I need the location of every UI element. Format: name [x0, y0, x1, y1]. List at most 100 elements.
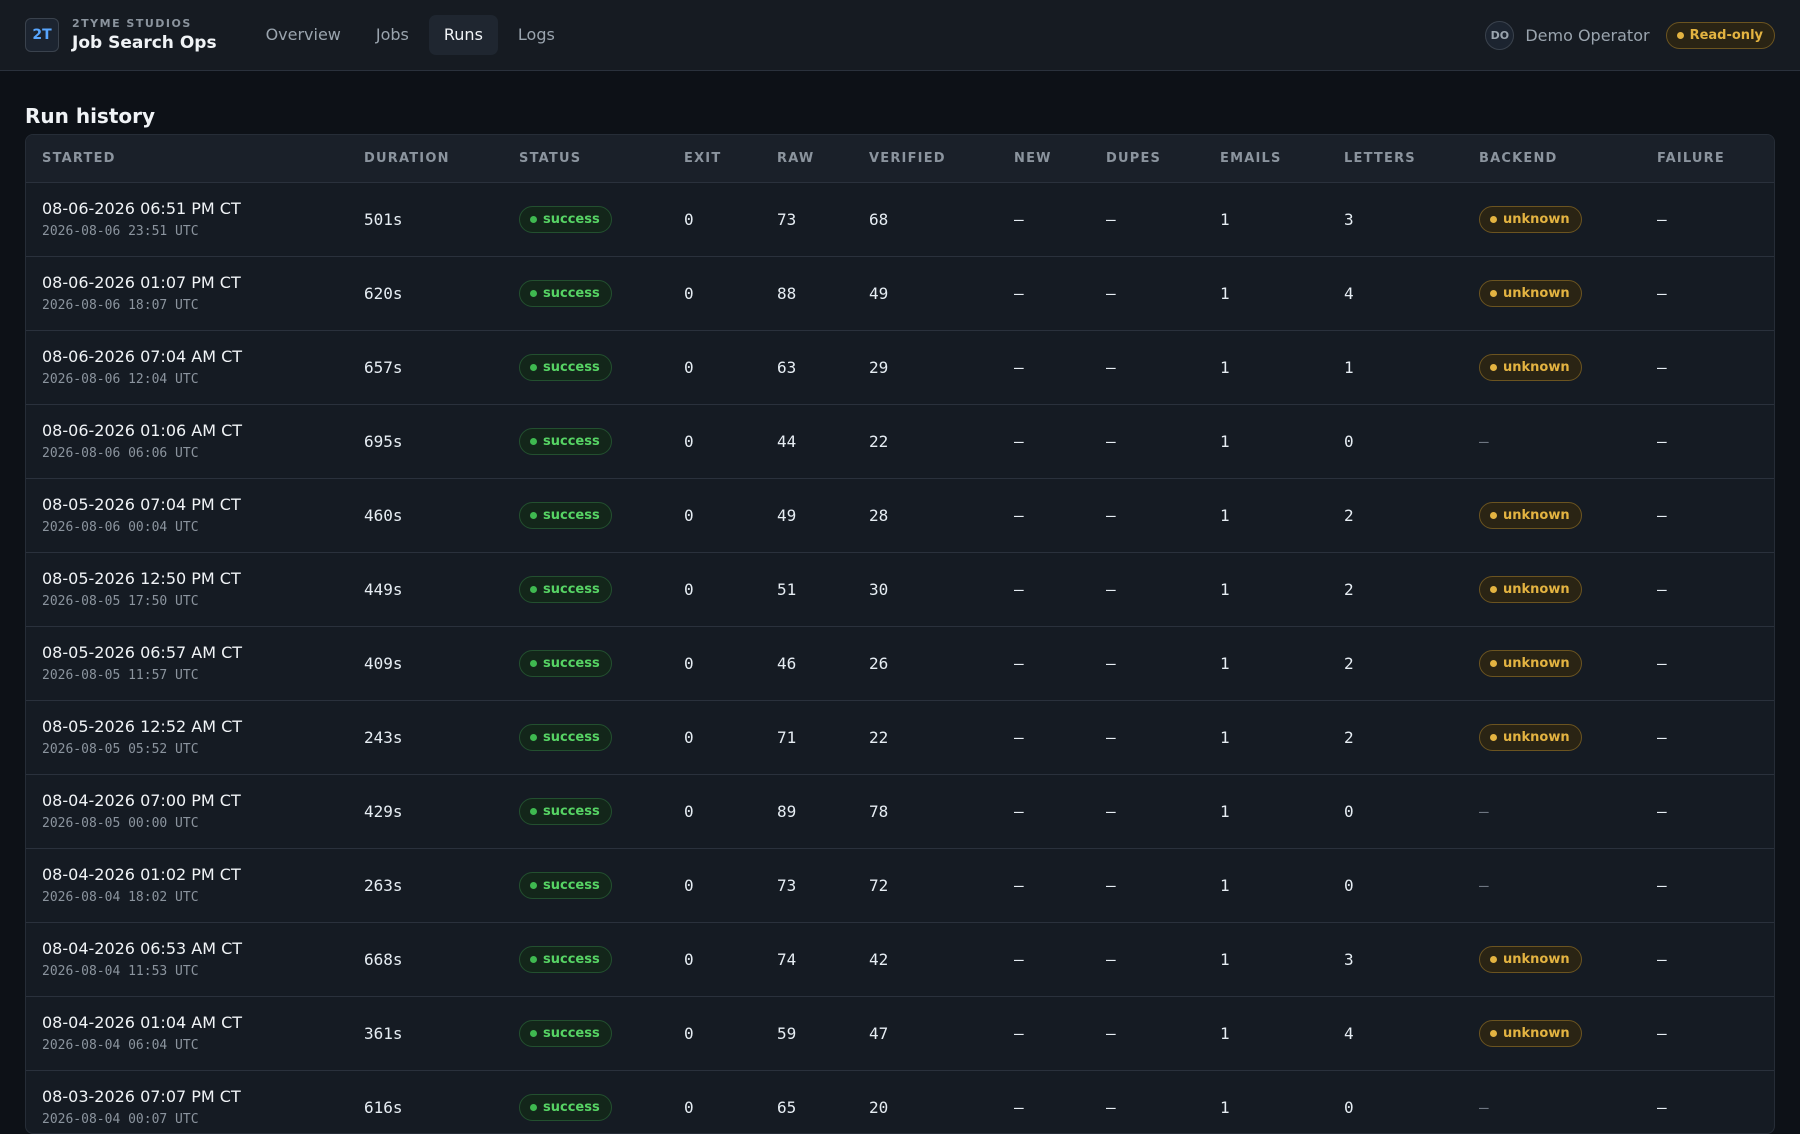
status-badge: success	[519, 279, 612, 307]
status-label: success	[543, 211, 600, 227]
col-verified[interactable]: VERIFIED	[853, 135, 998, 183]
run-history-table: STARTED DURATION STATUS EXIT RAW VERIFIE…	[25, 134, 1775, 1134]
status-dot-icon	[1490, 511, 1497, 519]
cell-backend: —	[1463, 404, 1641, 478]
col-dupes[interactable]: DUPES	[1090, 135, 1204, 183]
brand[interactable]: 2T 2TYME STUDIOS Job Search Ops	[25, 17, 217, 53]
backend-label: unknown	[1503, 359, 1570, 375]
cell-backend: —	[1463, 848, 1641, 922]
nav-jobs[interactable]: Jobs	[361, 15, 424, 55]
table-row[interactable]: 08-05-2026 12:52 AM CT 2026-08-05 05:52 …	[26, 700, 1774, 774]
started-ct: 08-03-2026 07:07 PM CT	[42, 1087, 241, 1106]
status-dot-icon	[530, 437, 537, 445]
table-row[interactable]: 08-06-2026 07:04 AM CT 2026-08-06 12:04 …	[26, 330, 1774, 404]
read-only-badge: Read-only	[1665, 21, 1775, 49]
cell-dupes: —	[1106, 1097, 1116, 1117]
cell-duration: 460s	[364, 505, 403, 525]
col-letters[interactable]: LETTERS	[1328, 135, 1463, 183]
avatar[interactable]: DO	[1485, 20, 1515, 50]
cell-letters: 4	[1344, 1023, 1354, 1043]
col-exit[interactable]: EXIT	[668, 135, 761, 183]
table-row[interactable]: 08-03-2026 07:07 PM CT 2026-08-04 00:07 …	[26, 1070, 1774, 1133]
started-ct: 08-05-2026 07:04 PM CT	[42, 495, 241, 514]
cell-raw: 51	[777, 579, 797, 599]
status-badge: success	[519, 427, 612, 455]
cell-dupes: —	[1106, 1023, 1116, 1043]
cell-raw: 44	[777, 431, 797, 451]
cell-verified: 28	[869, 505, 889, 525]
backend-badge: unknown	[1479, 501, 1582, 529]
cell-started: 08-04-2026 07:00 PM CT 2026-08-05 00:00 …	[26, 774, 348, 848]
backend-badge: unknown	[1479, 353, 1582, 381]
user-area: DO Demo Operator Read-only	[1485, 20, 1775, 50]
cell-emails: 1	[1220, 209, 1230, 229]
status-dot-icon	[1490, 1029, 1497, 1037]
backend-empty: —	[1479, 431, 1489, 451]
started-ct: 08-04-2026 07:00 PM CT	[42, 791, 241, 810]
col-raw[interactable]: RAW	[761, 135, 853, 183]
status-badge: success	[519, 205, 612, 233]
cell-letters: 3	[1344, 209, 1354, 229]
backend-badge: unknown	[1479, 279, 1582, 307]
col-duration[interactable]: DURATION	[348, 135, 503, 183]
table-row[interactable]: 08-04-2026 06:53 AM CT 2026-08-04 11:53 …	[26, 922, 1774, 996]
col-failure[interactable]: FAILURE	[1641, 135, 1774, 183]
backend-label: unknown	[1503, 581, 1570, 597]
col-new[interactable]: NEW	[998, 135, 1090, 183]
cell-exit: 0	[684, 875, 694, 895]
nav-runs[interactable]: Runs	[428, 15, 498, 55]
table-row[interactable]: 08-05-2026 07:04 PM CT 2026-08-06 00:04 …	[26, 478, 1774, 552]
started-utc: 2026-08-04 11:53 UTC	[42, 964, 199, 979]
col-started[interactable]: STARTED	[26, 135, 348, 183]
cell-status: success	[503, 996, 668, 1070]
status-badge: success	[519, 1093, 612, 1121]
cell-verified: 49	[869, 283, 889, 303]
cell-letters: 2	[1344, 579, 1354, 599]
col-emails[interactable]: EMAILS	[1204, 135, 1328, 183]
started-utc: 2026-08-05 00:00 UTC	[42, 816, 199, 831]
table-row[interactable]: 08-05-2026 06:57 AM CT 2026-08-05 11:57 …	[26, 626, 1774, 700]
cell-emails: 1	[1220, 1023, 1230, 1043]
cell-status: success	[503, 848, 668, 922]
status-dot-icon	[530, 585, 537, 593]
status-badge: success	[519, 945, 612, 973]
cell-status: success	[503, 552, 668, 626]
col-status[interactable]: STATUS	[503, 135, 668, 183]
started-utc: 2026-08-06 00:04 UTC	[42, 520, 199, 535]
status-dot-icon	[1490, 955, 1497, 963]
brand-logo: 2T	[25, 18, 59, 52]
cell-started: 08-06-2026 01:06 AM CT 2026-08-06 06:06 …	[26, 404, 348, 478]
brand-text: 2TYME STUDIOS Job Search Ops	[72, 17, 217, 53]
cell-letters: 0	[1344, 875, 1354, 895]
table-header: STARTED DURATION STATUS EXIT RAW VERIFIE…	[26, 135, 1774, 183]
table-row[interactable]: 08-06-2026 06:51 PM CT 2026-08-06 23:51 …	[26, 182, 1774, 256]
cell-backend: unknown	[1463, 552, 1641, 626]
cell-new: —	[1014, 283, 1024, 303]
cell-exit: 0	[684, 949, 694, 969]
cell-failure: —	[1657, 357, 1667, 377]
backend-label: unknown	[1503, 1025, 1570, 1041]
nav-logs[interactable]: Logs	[503, 15, 570, 55]
col-backend[interactable]: BACKEND	[1463, 135, 1641, 183]
cell-failure: —	[1657, 1023, 1667, 1043]
cell-duration: 429s	[364, 801, 403, 821]
table-row[interactable]: 08-06-2026 01:07 PM CT 2026-08-06 18:07 …	[26, 256, 1774, 330]
table-row[interactable]: 08-04-2026 01:02 PM CT 2026-08-04 18:02 …	[26, 848, 1774, 922]
started-ct: 08-04-2026 01:04 AM CT	[42, 1013, 243, 1032]
started-ct: 08-04-2026 06:53 AM CT	[42, 939, 243, 958]
nav-overview[interactable]: Overview	[251, 15, 356, 55]
status-dot-icon	[530, 881, 537, 889]
cell-backend: unknown	[1463, 330, 1641, 404]
cell-dupes: —	[1106, 579, 1116, 599]
table-row[interactable]: 08-04-2026 07:00 PM CT 2026-08-05 00:00 …	[26, 774, 1774, 848]
backend-badge: unknown	[1479, 205, 1582, 233]
cell-exit: 0	[684, 431, 694, 451]
table-row[interactable]: 08-06-2026 01:06 AM CT 2026-08-06 06:06 …	[26, 404, 1774, 478]
table-row[interactable]: 08-05-2026 12:50 PM CT 2026-08-05 17:50 …	[26, 552, 1774, 626]
cell-started: 08-03-2026 07:07 PM CT 2026-08-04 00:07 …	[26, 1070, 348, 1133]
table-row[interactable]: 08-04-2026 01:04 AM CT 2026-08-04 06:04 …	[26, 996, 1774, 1070]
backend-empty: —	[1479, 875, 1489, 895]
cell-duration: 501s	[364, 209, 403, 229]
cell-letters: 2	[1344, 505, 1354, 525]
started-ct: 08-05-2026 12:50 PM CT	[42, 569, 241, 588]
